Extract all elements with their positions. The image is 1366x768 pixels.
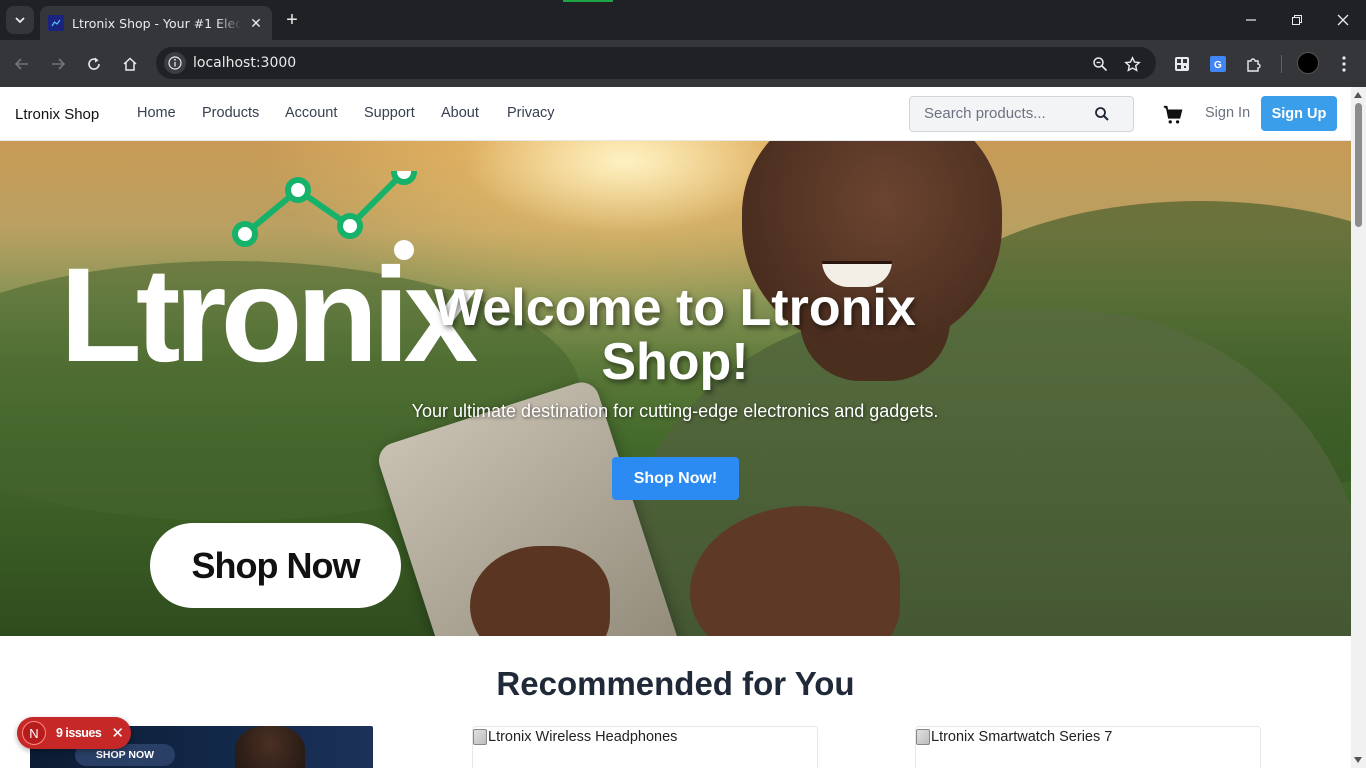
product-card[interactable]: Ltronix Wireless Headphones — [472, 726, 818, 768]
zoom-icon[interactable] — [1089, 53, 1111, 75]
more-menu-icon[interactable] — [1333, 53, 1355, 75]
minimize-icon[interactable] — [1236, 8, 1266, 32]
page-viewport: Ltronix Shop Home Products Account Suppo… — [0, 87, 1351, 768]
hero-title: Welcome to Ltronix Shop! — [434, 279, 916, 391]
extensions-icon[interactable] — [1243, 53, 1265, 75]
browser-tabstrip: Ltronix Shop - Your #1 Electronics ✕ + — [0, 0, 1366, 40]
nextjs-issues-badge[interactable]: N 9 issues ✕ — [17, 717, 131, 749]
cart-icon[interactable] — [1162, 104, 1184, 126]
scroll-up-arrow-icon[interactable] — [1354, 92, 1362, 98]
new-tab-icon[interactable]: + — [282, 8, 302, 32]
tab-group-indicator — [563, 0, 613, 2]
back-icon[interactable] — [10, 52, 34, 76]
forward-icon[interactable] — [46, 52, 70, 76]
logo-shop-now-badge: Shop Now — [150, 523, 401, 608]
recommended-heading: Recommended for You — [496, 665, 855, 702]
site-info-icon[interactable] — [164, 52, 186, 74]
scroll-down-arrow-icon[interactable] — [1354, 757, 1362, 763]
qr-code-icon[interactable] — [1171, 53, 1193, 75]
nav-about[interactable]: About — [441, 105, 479, 121]
nav-account[interactable]: Account — [285, 105, 337, 121]
restore-icon[interactable] — [1282, 8, 1312, 32]
broken-image-icon — [916, 729, 930, 745]
product-image-broken: Ltronix Smartwatch Series 7 — [916, 729, 1112, 745]
search-input[interactable] — [924, 105, 1094, 122]
translate-icon[interactable]: G — [1207, 53, 1229, 75]
product-image-broken: Ltronix Wireless Headphones — [473, 729, 677, 745]
sign-in-link[interactable]: Sign In — [1205, 105, 1250, 121]
broken-image-icon — [473, 729, 487, 745]
site-favicon-icon — [48, 15, 64, 31]
hero-banner: Ltronix Shop Now Welcome to Ltronix Shop… — [0, 141, 1351, 636]
issues-count[interactable]: 9 issues — [56, 726, 102, 740]
product-image-alt: Ltronix Smartwatch Series 7 — [931, 729, 1113, 745]
reload-icon[interactable] — [82, 52, 106, 76]
page-scrollbar[interactable] — [1351, 87, 1366, 768]
nav-home[interactable]: Home — [137, 105, 176, 121]
product-card[interactable]: Ltronix Smartwatch Series 7 — [915, 726, 1261, 768]
site-navbar: Ltronix Shop Home Products Account Suppo… — [0, 87, 1351, 141]
tab-title: Ltronix Shop - Your #1 Electronics — [72, 15, 242, 31]
nextjs-logo-icon[interactable]: N — [22, 721, 46, 745]
home-icon[interactable] — [118, 52, 142, 76]
toolbar-divider — [1281, 55, 1282, 73]
banner-person-image — [235, 726, 305, 768]
bookmark-star-icon[interactable] — [1121, 53, 1143, 75]
hero-shop-now-button[interactable]: Shop Now! — [612, 457, 739, 500]
sign-up-button[interactable]: Sign Up — [1261, 96, 1337, 131]
product-image-alt: Ltronix Wireless Headphones — [488, 729, 678, 745]
search-icon[interactable] — [1094, 106, 1110, 122]
tab-close-icon[interactable]: ✕ — [248, 15, 264, 32]
browser-tab[interactable]: Ltronix Shop - Your #1 Electronics ✕ — [40, 6, 272, 40]
profile-avatar[interactable] — [1297, 52, 1319, 74]
scrollbar-thumb[interactable] — [1355, 103, 1362, 227]
tab-search-icon[interactable] — [6, 6, 34, 34]
hero-subtitle: Your ultimate destination for cutting-ed… — [411, 401, 939, 421]
nav-products[interactable]: Products — [202, 105, 259, 121]
close-window-icon[interactable] — [1328, 8, 1358, 32]
search-box — [909, 96, 1134, 132]
dismiss-issues-icon[interactable]: ✕ — [111, 724, 124, 742]
brand-logo[interactable]: Ltronix Shop — [15, 106, 99, 123]
nav-support[interactable]: Support — [364, 105, 415, 121]
nav-privacy[interactable]: Privacy — [507, 105, 555, 121]
address-bar[interactable] — [156, 47, 1156, 79]
url-text[interactable]: localhost:3000 — [193, 55, 296, 71]
svg-text:G: G — [1214, 60, 1222, 71]
